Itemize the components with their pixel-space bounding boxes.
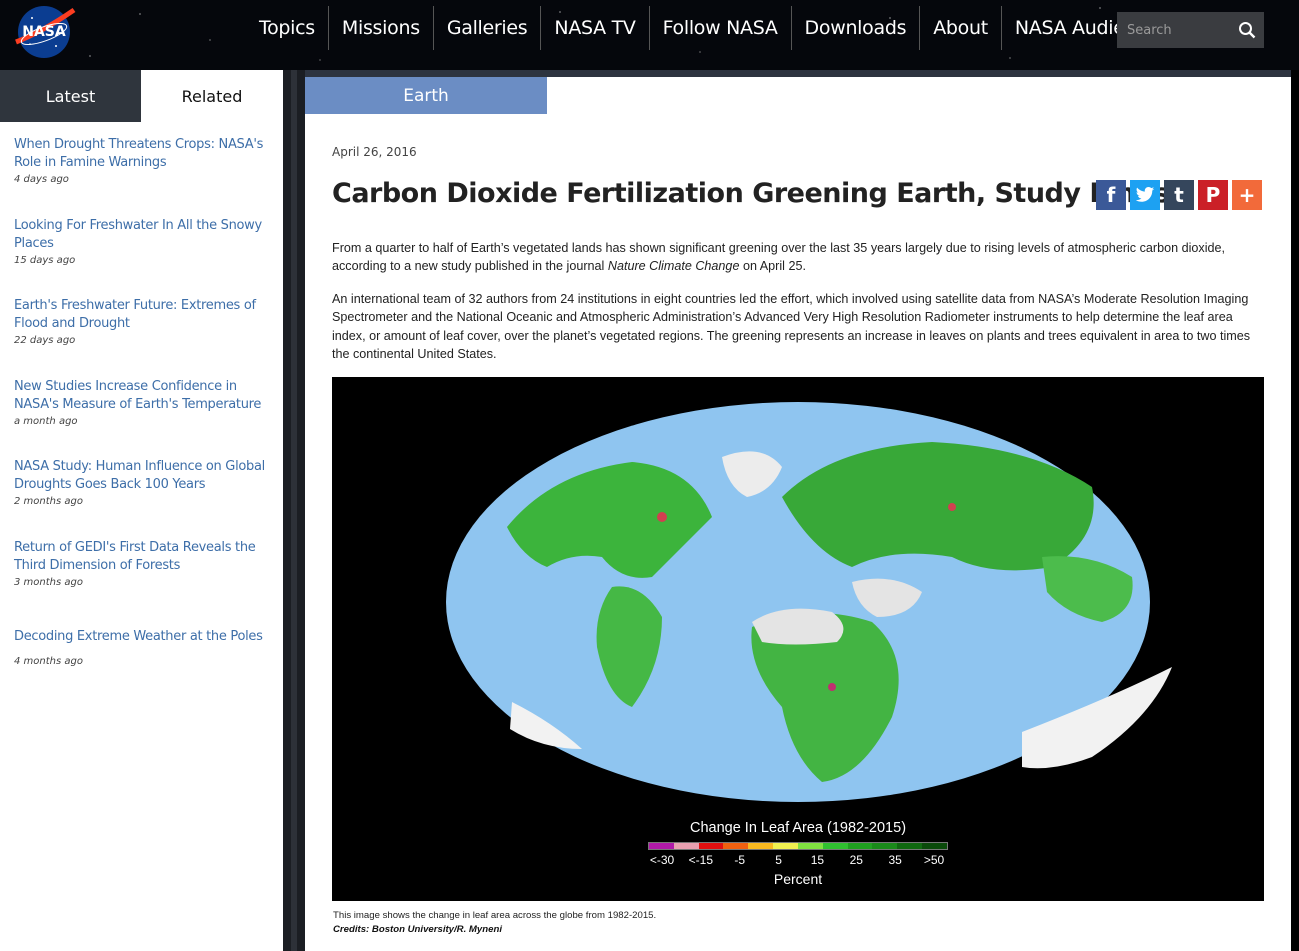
scrollbar-track[interactable] <box>291 70 297 951</box>
related-list: When Drought Threatens Crops: NASA's Rol… <box>0 122 283 709</box>
legend-tick-label: 15 <box>810 853 825 867</box>
twitter-icon <box>1135 187 1155 202</box>
nav-nasa-tv[interactable]: NASA TV <box>541 6 650 50</box>
legend-title: Change In Leaf Area (1982-2015) <box>689 820 907 836</box>
related-link[interactable]: When Drought Threatens Crops: NASA's Rol… <box>14 136 273 172</box>
pinterest-icon: P <box>1205 183 1221 207</box>
topic-tab[interactable]: Earth <box>305 77 547 114</box>
legend-swatch <box>673 843 699 849</box>
site-header: NASA Topics Missions Galleries NASA TV F… <box>0 0 1299 70</box>
legend-swatch <box>748 843 774 849</box>
search-box <box>1117 12 1264 48</box>
timestamp: 15 days ago <box>14 254 76 266</box>
twitter-share-button[interactable] <box>1130 180 1160 210</box>
legend-tick-label: <-30 <box>649 853 675 867</box>
timestamp: 3 months ago <box>14 576 83 588</box>
nav-about[interactable]: About <box>920 6 1002 50</box>
nav-missions[interactable]: Missions <box>329 6 434 50</box>
timestamp: 4 months ago <box>14 656 83 667</box>
timestamp: a month ago <box>14 415 78 427</box>
pinterest-share-button[interactable]: P <box>1198 180 1228 210</box>
legend-tick-label: -5 <box>734 853 746 867</box>
legend-swatch <box>847 843 873 849</box>
list-item: Looking For Freshwater In All the Snowy … <box>14 217 273 298</box>
nav-downloads[interactable]: Downloads <box>792 6 921 50</box>
related-link[interactable]: New Studies Increase Confidence in NASA'… <box>14 378 273 414</box>
legend-tick-label: 5 <box>775 853 782 867</box>
legend-swatch <box>773 843 798 849</box>
tab-related[interactable]: Related <box>141 70 283 122</box>
article-panel: Earth April 26, 2016 Carbon Dioxide Fert… <box>305 70 1291 951</box>
article-headline: Carbon Dioxide Fertilization Greening Ea… <box>332 178 1170 209</box>
facebook-icon: f <box>1106 183 1116 207</box>
related-link[interactable]: Decoding Extreme Weather at the Poles <box>14 628 273 646</box>
legend-swatch <box>649 843 674 849</box>
legend-swatch <box>698 843 724 849</box>
list-item: NASA Study: Human Influence on Global Dr… <box>14 458 273 539</box>
plus-icon: + <box>1238 183 1256 207</box>
list-item: New Studies Increase Confidence in NASA'… <box>14 378 273 459</box>
timestamp: 2 months ago <box>14 496 83 507</box>
legend-swatch <box>872 843 898 849</box>
tab-latest[interactable]: Latest <box>0 70 141 122</box>
top-strip <box>305 70 1291 77</box>
nav-follow-nasa[interactable]: Follow NASA <box>650 6 792 50</box>
legend-swatch <box>723 843 749 849</box>
sidebar-tabs: Latest Related <box>0 70 283 122</box>
logo-text: NASA <box>22 24 66 40</box>
timestamp: 22 days ago <box>14 335 76 346</box>
related-link[interactable]: NASA Study: Human Influence on Global Dr… <box>14 458 273 494</box>
list-item: When Drought Threatens Crops: NASA's Rol… <box>14 136 273 217</box>
search-input[interactable] <box>1117 22 1235 38</box>
list-item: Return of GEDI's First Data Reveals the … <box>14 539 273 620</box>
world-map <box>446 402 1172 802</box>
legend-ticks: <-30 <-15 -5 5 15 25 35 >50 <box>648 853 948 869</box>
related-link[interactable]: Return of GEDI's First Data Reveals the … <box>14 539 273 575</box>
sidebar-divider <box>283 70 305 951</box>
list-item: Decoding Extreme Weather at the Poles 4 … <box>14 628 273 709</box>
legend-tick-label: 35 <box>888 853 902 867</box>
legend-swatch <box>922 843 947 849</box>
related-link[interactable]: Looking For Freshwater In All the Snowy … <box>14 217 273 253</box>
journal-name: Nature Climate Change <box>607 259 740 274</box>
more-share-button[interactable]: + <box>1232 180 1262 210</box>
legend-swatch <box>897 843 923 849</box>
legend-tick-label: >50 <box>923 853 945 867</box>
article-date: April 26, 2016 <box>332 145 417 159</box>
search-icon[interactable] <box>1235 18 1259 42</box>
image-credits: Credits: Boston University/R. Myneni <box>333 924 502 935</box>
share-buttons: f t P + <box>1096 180 1262 210</box>
legend-swatch <box>797 843 823 849</box>
legend-tick-label: <-15 <box>688 853 714 867</box>
legend-color-bar <box>648 842 948 850</box>
related-link[interactable]: Earth's Freshwater Future: Extremes of F… <box>14 297 273 333</box>
article-paragraph-1: From a quarter to half of Earth’s vegeta… <box>332 241 1226 274</box>
image-caption: This image shows the change in leaf area… <box>333 910 657 921</box>
tumblr-share-button[interactable]: t <box>1164 180 1194 210</box>
article-paragraph-2: An international team of 32 authors from… <box>332 292 1251 362</box>
nav-topics[interactable]: Topics <box>246 6 329 50</box>
sidebar: Latest Related When Drought Threatens Cr… <box>0 70 283 951</box>
tumblr-icon: t <box>1174 183 1184 207</box>
facebook-share-button[interactable]: f <box>1096 180 1126 210</box>
list-item: Earth's Freshwater Future: Extremes of F… <box>14 297 273 378</box>
main-nav: Topics Missions Galleries NASA TV Follow… <box>246 6 1181 50</box>
nav-galleries[interactable]: Galleries <box>434 6 542 50</box>
timestamp: 4 days ago <box>14 174 69 185</box>
legend-tick-label: 25 <box>849 853 863 867</box>
nasa-logo[interactable]: NASA <box>12 2 78 60</box>
leaf-area-map-image[interactable]: Change In Leaf Area (1982-2015) <-30 <-15… <box>332 377 1264 901</box>
legend-unit: Percent <box>773 871 823 887</box>
legend-swatch <box>822 843 848 849</box>
